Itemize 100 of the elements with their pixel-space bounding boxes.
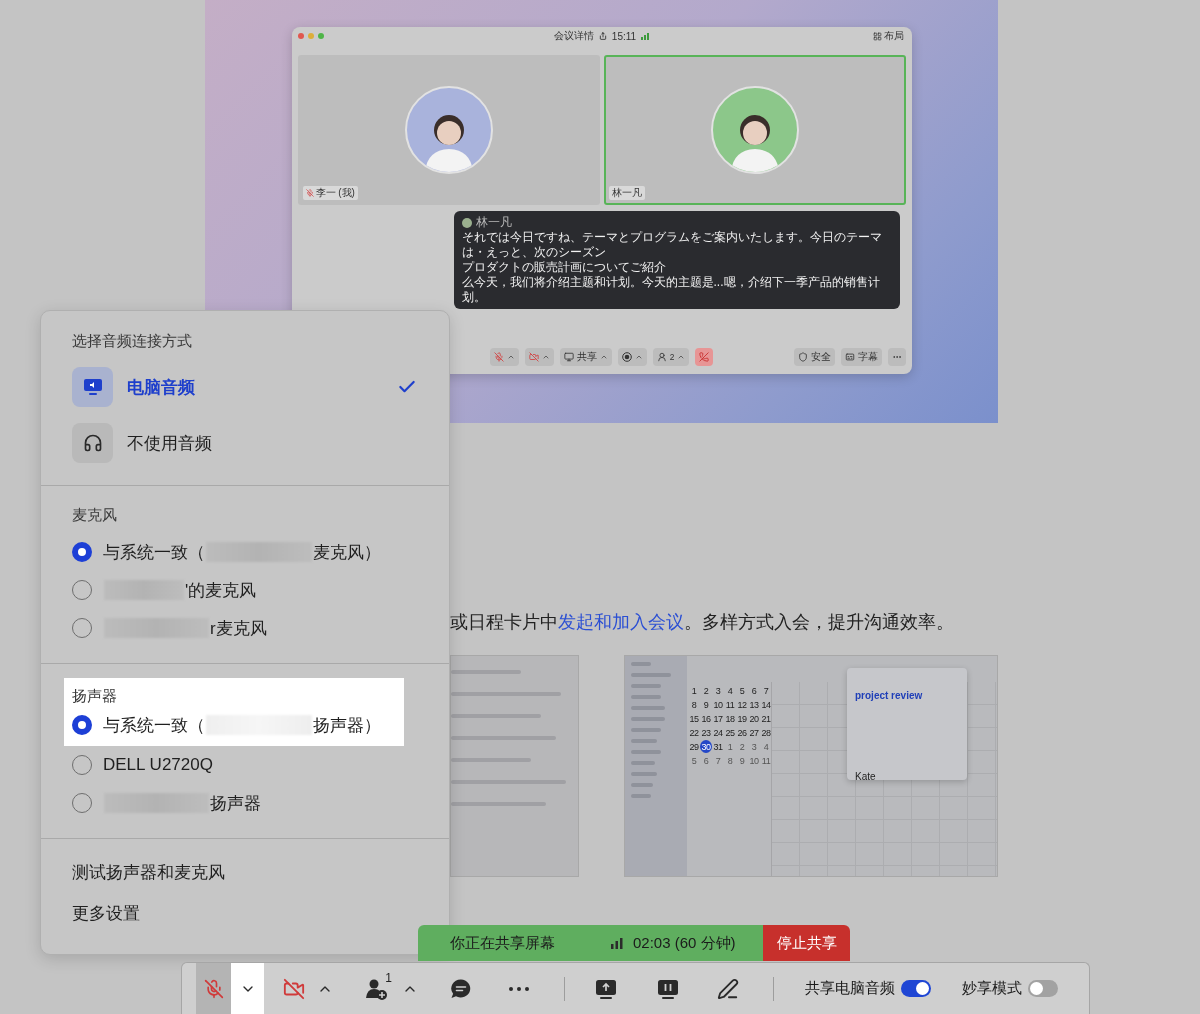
radio-button[interactable] — [72, 715, 92, 735]
date-number[interactable]: 9 — [700, 698, 712, 711]
security-button[interactable]: 安全 — [793, 348, 835, 366]
date-number[interactable]: 10 — [748, 754, 760, 767]
phone-icon — [699, 352, 710, 362]
date-number[interactable]: 28 — [760, 726, 772, 739]
date-number[interactable]: 15 — [688, 712, 700, 725]
date-number[interactable]: 31 — [712, 740, 724, 753]
date-number[interactable]: 6 — [748, 684, 760, 697]
date-number[interactable]: 7 — [760, 684, 772, 697]
meeting-title: 会议详情 — [553, 29, 594, 43]
more-button[interactable] — [887, 348, 906, 366]
captions-button[interactable]: 字幕 — [840, 348, 882, 366]
share-icon — [598, 32, 607, 40]
headphones-icon — [72, 423, 113, 463]
caret-icon — [634, 353, 643, 361]
date-number[interactable]: 18 — [724, 712, 736, 725]
chat-icon — [450, 977, 472, 1000]
participants-button[interactable]: 2 — [652, 348, 690, 366]
date-number[interactable]: 13 — [748, 698, 760, 711]
date-number[interactable]: 23 — [700, 726, 712, 739]
camera-button[interactable] — [524, 348, 554, 366]
device-name: r麦克风 — [103, 616, 267, 640]
name-text: 林一凡 — [611, 186, 642, 200]
device-name: 与系统一致（ 扬声器） — [103, 714, 381, 737]
audio-option[interactable]: 不使用音频 — [72, 423, 417, 463]
date-number[interactable]: 10 — [712, 698, 724, 711]
date-number[interactable]: 27 — [748, 726, 760, 739]
monitor-icon — [563, 352, 574, 362]
date-number[interactable]: 3 — [712, 684, 724, 697]
toggle-switch[interactable] — [901, 980, 931, 997]
mic-button[interactable] — [489, 348, 519, 366]
caret-icon — [599, 353, 608, 361]
date-number[interactable]: 22 — [688, 726, 700, 739]
mic-off-icon — [493, 352, 504, 362]
record-icon — [621, 352, 632, 362]
mic-off-icon — [203, 978, 224, 999]
date-number[interactable]: 12 — [736, 698, 748, 711]
meeting-link[interactable]: 发起和加入会议 — [558, 612, 684, 632]
participants-button[interactable]: 1 — [360, 962, 394, 1014]
date-number[interactable]: 30 — [700, 740, 712, 753]
date-number[interactable]: 16 — [700, 712, 712, 725]
mic-button[interactable] — [196, 962, 231, 1014]
date-number[interactable]: 7 — [712, 754, 724, 767]
date-number[interactable]: 20 — [748, 712, 760, 725]
date-number[interactable]: 4 — [760, 740, 772, 753]
share-screen-icon — [595, 977, 617, 1000]
date-number[interactable]: 5 — [688, 754, 700, 767]
toggle-switch[interactable] — [1028, 980, 1058, 997]
date-number[interactable]: 24 — [712, 726, 724, 739]
menu-item[interactable]: 测试扬声器和麦克风 — [72, 861, 417, 885]
device-option[interactable]: DELL U2720Q — [72, 746, 396, 784]
date-number[interactable]: 21 — [760, 712, 772, 725]
caret-button[interactable] — [231, 962, 264, 1014]
name-text: 李一 (我) — [315, 186, 355, 200]
share-button[interactable]: 共享 — [559, 348, 612, 366]
date-number[interactable]: 2 — [736, 740, 748, 753]
date-number[interactable]: 8 — [724, 754, 736, 767]
date-number[interactable]: 9 — [736, 754, 748, 767]
device-option[interactable]: '的麦克风 — [72, 571, 417, 609]
share-timer: 02:03 (60 分钟) — [633, 933, 736, 953]
camera-off-icon — [283, 977, 305, 1000]
device-name: 与系统一致（ 麦克风） — [103, 541, 381, 564]
date-number[interactable]: 4 — [724, 684, 736, 697]
date-number[interactable]: 3 — [748, 740, 760, 753]
date-number[interactable]: 26 — [736, 726, 748, 739]
layout-button[interactable]: 布局 — [870, 29, 906, 43]
radio-button[interactable] — [72, 542, 92, 562]
captions-icon — [844, 352, 855, 362]
clock-time: 15:11 — [611, 30, 637, 42]
window-controls-icon — [297, 33, 324, 39]
device-option[interactable]: 与系统一致（ 扬声器） — [64, 706, 404, 746]
device-option[interactable]: r麦克风 — [72, 609, 417, 647]
date-number[interactable]: 11 — [760, 754, 772, 767]
date-number[interactable]: 11 — [724, 698, 736, 711]
toggle-label: 妙享模式 — [962, 979, 1022, 998]
date-number[interactable]: 14 — [760, 698, 772, 711]
date-number[interactable]: 29 — [688, 740, 700, 753]
menu-item[interactable]: 更多设置 — [72, 902, 417, 926]
date-number[interactable]: 5 — [736, 684, 748, 697]
date-number[interactable]: 19 — [736, 712, 748, 725]
date-number[interactable]: 6 — [700, 754, 712, 767]
share-status: 你正在共享屏幕 — [450, 933, 556, 953]
date-number[interactable]: 8 — [688, 698, 700, 711]
date-number[interactable]: 25 — [724, 726, 736, 739]
attendee-name: Kate — [855, 771, 877, 782]
device-option[interactable]: 扬声器 — [72, 784, 396, 822]
date-number[interactable]: 1 — [724, 740, 736, 753]
date-number[interactable]: 2 — [700, 684, 712, 697]
date-number[interactable]: 17 — [712, 712, 724, 725]
section-title: 麦克风 — [72, 505, 118, 525]
leave-button[interactable] — [695, 348, 714, 366]
date-number[interactable]: 1 — [688, 684, 700, 697]
board-icon — [657, 977, 679, 1000]
more-icon — [509, 986, 529, 991]
paragraph: 或日程卡片中发起和加入会议。多样方式入会，提升沟通效率。 — [450, 611, 955, 634]
device-option[interactable]: 与系统一致（ 麦克风） — [72, 533, 417, 571]
record-button[interactable] — [617, 348, 647, 366]
stop-sharing-button[interactable]: 停止共享 — [763, 925, 850, 961]
audio-option[interactable]: 电脑音频 — [72, 367, 417, 407]
